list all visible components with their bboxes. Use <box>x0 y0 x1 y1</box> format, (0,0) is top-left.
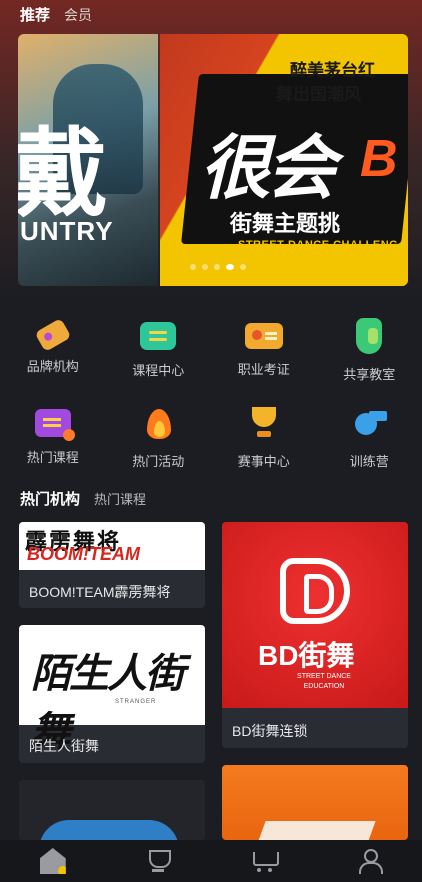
banner-brush-tail: B <box>360 130 398 188</box>
cart-icon[interactable] <box>251 848 279 874</box>
banner-headline-1: 醉美茅台红 <box>290 61 375 80</box>
banner-slide-previous[interactable]: 戴 UNTRY <box>18 34 158 286</box>
category-label: 职业考证 <box>237 362 290 377</box>
category-label: 训练营 <box>349 454 389 469</box>
logo-text: BD街舞 <box>258 640 355 671</box>
banner-dot[interactable] <box>202 264 208 270</box>
banner-dot[interactable] <box>240 264 246 270</box>
banner-subtitle: 街舞主题挑 <box>230 211 341 236</box>
logo-subtext: STRANGER <box>115 699 157 705</box>
banner-left-text: UNTRY <box>20 216 114 246</box>
brand-card-icon <box>34 317 72 353</box>
banner-dot-active[interactable] <box>226 264 234 270</box>
trophy-icon <box>249 405 279 441</box>
institution-name: BOOM!TEAM霹雳舞将 <box>29 584 171 600</box>
institution-logo-image <box>19 780 205 840</box>
institution-card-partial-orange[interactable] <box>222 765 408 840</box>
trophy-icon[interactable] <box>145 848 172 874</box>
tab-recommend[interactable]: 推荐 <box>20 4 50 25</box>
user-icon[interactable] <box>356 848 384 874</box>
bottom-navigation <box>0 840 422 882</box>
classroom-icon <box>356 318 383 354</box>
whistle-icon <box>349 405 389 441</box>
course-box-icon <box>140 322 177 350</box>
banner-carousel[interactable]: 戴 UNTRY 醉美茅台红 舞出国潮风 很会 B 街舞主题挑 STREET DA… <box>18 34 408 286</box>
institution-logo-image: 霹雳舞将 BOOM!TEAM <box>19 522 205 570</box>
hot-course-icon <box>34 409 75 441</box>
category-label: 共享教室 <box>343 367 396 382</box>
category-shared-classroom[interactable]: 共享教室 <box>317 318 422 383</box>
institution-card-partial[interactable] <box>19 780 205 840</box>
tab-hot-institutions[interactable]: 热门机构 <box>20 488 80 509</box>
banner-slide-current[interactable]: 醉美茅台红 舞出国潮风 很会 B 街舞主题挑 STREET DANCE CHAL… <box>160 34 408 286</box>
certificate-icon <box>244 323 283 349</box>
institution-card-boomteam[interactable]: 霹雳舞将 BOOM!TEAM BOOM!TEAM霹雳舞将 <box>19 522 205 608</box>
category-training-camp[interactable]: 训练营 <box>317 405 422 470</box>
category-brand-institution[interactable]: 品牌机构 <box>0 317 106 383</box>
banner-left-glyph: 戴 <box>18 118 108 230</box>
banner-pagination <box>190 264 246 270</box>
tab-member[interactable]: 会员 <box>64 5 92 25</box>
category-label: 品牌机构 <box>26 359 79 374</box>
institution-logo-image <box>222 765 408 840</box>
top-tabs: 推荐 会员 <box>20 4 92 25</box>
category-grid: 品牌机构 课程中心 职业考证 共享教室 热门课程 热门活动 赛事中心 训练营 <box>0 317 422 470</box>
category-hot-courses[interactable]: 热门课程 <box>0 405 106 470</box>
bd-logo-mark <box>280 558 350 624</box>
fire-icon <box>143 405 173 441</box>
banner-brush-title: 很会 <box>200 129 336 207</box>
category-hot-events[interactable]: 热门活动 <box>106 405 212 470</box>
institution-card-bd[interactable]: BD街舞 STREET DANCE EDUCATION BD街舞连锁 <box>222 522 408 748</box>
logo-text-bottom: BOOM!TEAM <box>27 544 140 564</box>
category-course-center[interactable]: 课程中心 <box>106 318 212 383</box>
banner-headline-2: 舞出国潮风 <box>276 85 361 104</box>
category-label: 课程中心 <box>132 363 185 378</box>
tab-hot-courses[interactable]: 热门课程 <box>94 489 146 508</box>
category-label: 热门活动 <box>132 454 185 469</box>
home-icon[interactable] <box>39 848 66 874</box>
category-label: 热门课程 <box>26 450 79 465</box>
institution-name: BD街舞连锁 <box>232 723 308 739</box>
institution-logo-image: 陌生人街舞 STRANGER <box>19 625 205 754</box>
banner-subtitle-en: STREET DANCE CHALLENG <box>238 239 399 251</box>
institution-card-stranger[interactable]: 陌生人街舞 STRANGER 陌生人街舞 <box>19 625 205 763</box>
category-certification[interactable]: 职业考证 <box>211 318 317 383</box>
category-label: 赛事中心 <box>237 454 290 469</box>
institution-logo-image: BD街舞 STREET DANCE EDUCATION <box>222 522 408 708</box>
category-competition-center[interactable]: 赛事中心 <box>211 405 317 470</box>
banner-dot[interactable] <box>214 264 220 270</box>
banner-dot[interactable] <box>190 264 196 270</box>
section-tabs: 热门机构 热门课程 <box>20 488 146 509</box>
logo-subtext: STREET DANCE EDUCATION <box>297 673 351 690</box>
institution-name: 陌生人街舞 <box>29 738 99 754</box>
